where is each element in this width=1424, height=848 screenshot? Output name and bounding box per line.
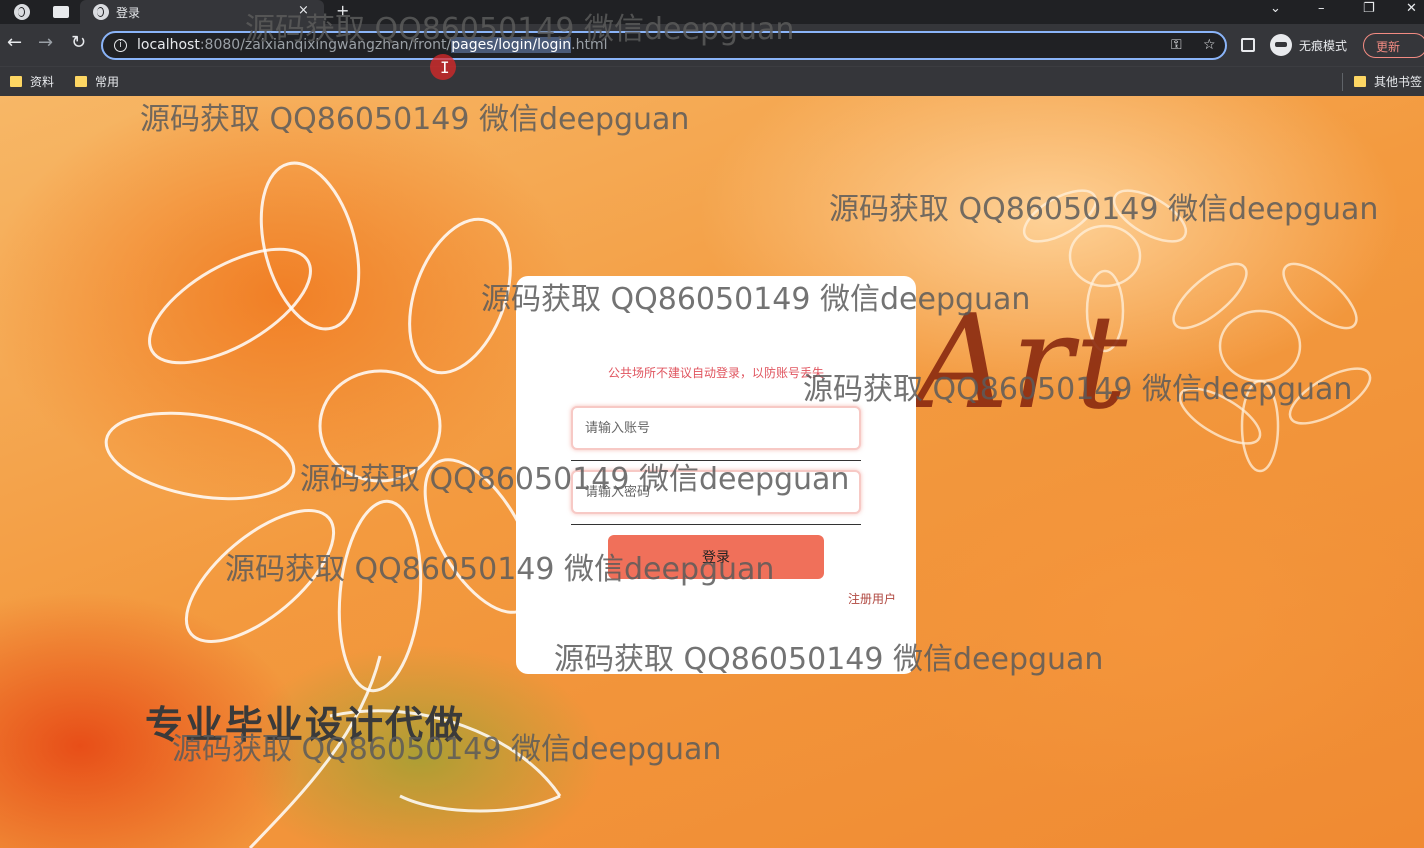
address-bar[interactable]: i localhost:8080/zaixianqixingwangzhan/f… [101,31,1227,60]
folder-icon [1354,76,1366,87]
password-input[interactable] [573,472,859,512]
bookmark-folder-ziliao[interactable]: 资料 [10,73,54,90]
login-form: 公共场所不建议自动登录，以防账号丢失 登录 注册用户 [516,276,916,674]
url-text[interactable]: localhost:8080/zaixianqixingwangzhan/fro… [137,37,608,53]
username-input[interactable] [573,408,859,448]
tab-group-icon[interactable] [53,6,69,18]
forward-icon[interactable]: → [38,33,53,53]
bookmark-folder-changyong[interactable]: 常用 [75,73,119,90]
tab-search-icon[interactable]: ⌄ [1270,1,1281,16]
other-bookmarks[interactable]: 其他书签 [1354,73,1422,90]
register-link[interactable]: 注册用户 [848,590,896,607]
username-field[interactable] [571,406,861,450]
tab-favicon-icon [93,4,109,20]
new-tab-button[interactable]: + [336,1,349,20]
reload-icon[interactable]: ↻ [71,33,86,53]
bookmark-star-icon[interactable]: ☆ [1203,37,1216,53]
folder-icon [75,76,87,87]
text-cursor-icon: I [440,58,450,77]
username-underline [571,460,861,461]
login-page: Art 专业毕业设计代做 公共场所不建议自动登录，以防账号丢失 登录 注册用户 [0,96,1424,848]
bookmarks-divider [1342,73,1343,91]
incognito-icon[interactable] [1270,34,1292,56]
back-icon[interactable]: ← [7,33,22,53]
update-button[interactable]: 更新 [1363,33,1424,58]
folder-icon [10,76,22,87]
key-icon[interactable]: ⚿ [1171,37,1182,53]
incognito-label: 无痕模式 [1299,39,1348,53]
password-field[interactable] [571,470,861,514]
security-tip: 公共场所不建议自动登录，以防账号丢失 [607,366,824,380]
close-window-icon[interactable]: ✕ [1406,1,1417,16]
tab-title: 登录 [116,6,141,20]
side-panel-icon[interactable] [1241,38,1255,52]
password-underline [571,524,861,525]
art-calligraphy: Art [915,286,1130,438]
promo-banner: 专业毕业设计代做 [145,703,466,747]
tab-close-icon[interactable]: × [298,3,309,18]
globe-icon[interactable] [14,4,30,20]
login-button[interactable]: 登录 [608,535,824,579]
restore-icon[interactable]: ❐ [1363,1,1375,16]
browser-toolbar: ← → ↻ i localhost:8080/zaixianqixingwang… [0,24,1424,66]
minimize-icon[interactable]: – [1318,1,1325,16]
site-info-icon[interactable]: i [114,39,127,52]
tab-strip: 登录 × + ⌄ – ❐ ✕ [0,0,1424,24]
bookmarks-bar: 资料 常用 其他书签 [0,66,1424,96]
